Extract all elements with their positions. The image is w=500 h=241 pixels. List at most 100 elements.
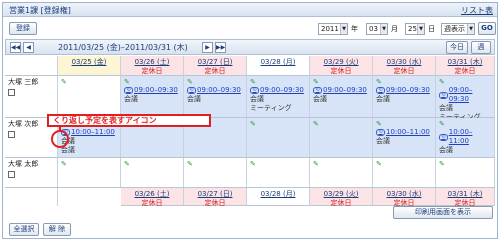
pencil-icon[interactable]: ✎: [376, 160, 384, 168]
footer-day-date[interactable]: 03/28 (月): [247, 190, 309, 199]
schedule-entry[interactable]: ⟲ 09:00–09:30: [124, 86, 180, 95]
pencil-icon[interactable]: ✎: [124, 160, 132, 168]
day-cell[interactable]: ✎: [58, 76, 121, 117]
day-cell[interactable]: ✎: [58, 158, 121, 187]
year-select[interactable]: 2011 ▼: [318, 23, 348, 35]
day-date[interactable]: 03/29 (火): [310, 58, 372, 67]
schedule-entry[interactable]: ⟲ 10:00–11:00: [61, 128, 117, 137]
pencil-icon[interactable]: ✎: [124, 78, 132, 86]
next-day-icon[interactable]: ▶: [202, 42, 213, 53]
day-header[interactable]: 03/27 (日) 定休日: [184, 56, 247, 76]
pencil-icon[interactable]: ✎: [439, 160, 447, 168]
entry-time[interactable]: 10:00–11:00: [449, 128, 491, 146]
week-button[interactable]: 週: [471, 41, 491, 54]
pencil-icon[interactable]: ✎: [313, 78, 321, 86]
member-checkbox[interactable]: [8, 89, 15, 96]
day-select[interactable]: 25 ▼: [405, 23, 425, 35]
prev-day-icon[interactable]: ◀: [23, 42, 34, 53]
footer-day-header[interactable]: 03/28 (月): [247, 188, 310, 206]
print-view-button[interactable]: 印刷用画面を表示: [393, 206, 493, 219]
next-week-icon[interactable]: ▶▶: [215, 42, 226, 53]
day-header[interactable]: 03/25 (金): [58, 56, 121, 76]
footer-day-header[interactable]: 03/26 (土) 定休日: [121, 188, 184, 207]
footer-day-header[interactable]: 03/31 (木) 定休日: [436, 188, 495, 207]
pencil-icon[interactable]: ✎: [250, 120, 258, 128]
pencil-icon[interactable]: ✎: [313, 160, 321, 168]
pencil-icon[interactable]: ✎: [376, 78, 384, 86]
footer-day-date[interactable]: 03/26 (土): [121, 190, 183, 199]
pencil-icon[interactable]: ✎: [313, 120, 321, 128]
day-date[interactable]: 03/25 (金): [58, 58, 120, 67]
pencil-icon[interactable]: ✎: [61, 78, 69, 86]
go-button[interactable]: GO: [478, 22, 496, 35]
day-header[interactable]: 03/31 (木) 定休日: [436, 56, 495, 76]
day-cell[interactable]: ✎ ⟲ 09:00–09:30 会議: [373, 76, 436, 117]
entry-time[interactable]: 10:00–11:00: [386, 128, 430, 137]
pencil-icon[interactable]: ✎: [187, 160, 195, 168]
select-all-button[interactable]: 全選択: [9, 223, 39, 236]
day-date[interactable]: 03/31 (木): [436, 58, 494, 67]
today-button[interactable]: 今日: [446, 41, 468, 54]
day-cell[interactable]: ✎ ⟲ 10:00–11:00 会議: [373, 118, 436, 157]
pencil-icon[interactable]: ✎: [376, 120, 384, 128]
entry-time[interactable]: 09:00–09:30: [197, 86, 241, 95]
day-cell[interactable]: ✎: [247, 118, 310, 157]
footer-day-date[interactable]: 03/27 (日): [184, 190, 246, 199]
month-select[interactable]: 03 ▼: [366, 23, 388, 35]
day-cell[interactable]: ✎: [247, 158, 310, 187]
day-header[interactable]: 03/26 (土) 定休日: [121, 56, 184, 76]
day-cell[interactable]: ✎: [436, 158, 495, 187]
pencil-icon[interactable]: ✎: [250, 78, 258, 86]
day-date[interactable]: 03/30 (水): [373, 58, 435, 67]
prev-week-icon[interactable]: ◀◀: [10, 42, 21, 53]
footer-day-header[interactable]: 03/29 (火) 定休日: [310, 188, 373, 207]
pencil-icon[interactable]: ✎: [439, 78, 447, 86]
day-date[interactable]: 03/27 (日): [184, 58, 246, 67]
entry-time[interactable]: 09:00–09:30: [449, 86, 491, 104]
day-cell[interactable]: ✎: [310, 158, 373, 187]
footer-day-header[interactable]: 03/27 (日) 定休日: [184, 188, 247, 207]
register-button[interactable]: 登録: [9, 22, 37, 35]
member-checkbox[interactable]: [8, 131, 15, 138]
schedule-entry[interactable]: ⟲ 09:00–09:30: [250, 86, 306, 95]
entry-time[interactable]: 09:00–09:30: [386, 86, 430, 95]
day-cell[interactable]: ✎ ⟲ 09:00–09:30 会議 ミーティング: [247, 76, 310, 117]
entry-title: 会議: [313, 95, 327, 103]
schedule-entry[interactable]: ⟲ 09:00–09:30: [376, 86, 432, 95]
pencil-icon[interactable]: ✎: [61, 160, 69, 168]
view-mode-select[interactable]: 週表示 ▼: [441, 23, 475, 35]
entry-time[interactable]: 09:00–09:30: [323, 86, 367, 95]
day-header[interactable]: 03/28 (月): [247, 56, 310, 76]
entry-time[interactable]: 09:00–09:30: [260, 86, 304, 95]
pencil-icon[interactable]: ✎: [187, 78, 195, 86]
day-header[interactable]: 03/30 (水) 定休日: [373, 56, 436, 76]
footer-day-date[interactable]: 03/29 (火): [310, 190, 372, 199]
list-view-link[interactable]: リスト表: [461, 5, 493, 16]
pencil-icon[interactable]: ✎: [439, 120, 447, 128]
day-cell[interactable]: ✎: [121, 158, 184, 187]
day-cell[interactable]: ✎: [184, 158, 247, 187]
schedule-entry[interactable]: ⟲ 09:00–09:30: [313, 86, 369, 95]
day-cell[interactable]: ✎ ⟲ 10:00–11:00 会議: [436, 118, 495, 157]
entry-time[interactable]: 09:00–09:30: [134, 86, 178, 95]
day-cell[interactable]: ✎ ⟲ 09:00–09:30 会議: [310, 76, 373, 117]
day-cell[interactable]: ✎ ⟲ 09:00–09:30 会議 ミーティング: [436, 76, 495, 121]
member-checkbox[interactable]: [8, 171, 15, 178]
day-date[interactable]: 03/26 (土): [121, 58, 183, 67]
footer-day-header[interactable]: 03/30 (水) 定休日: [373, 188, 436, 207]
day-date[interactable]: 03/28 (月): [247, 58, 309, 67]
deselect-button[interactable]: 解 除: [43, 223, 71, 236]
footer-day-date[interactable]: 03/30 (水): [373, 190, 435, 199]
day-cell[interactable]: ✎ ⟲ 09:00–09:30 会議: [184, 76, 247, 117]
footer-day-date[interactable]: 03/31 (木): [436, 190, 494, 199]
schedule-entry[interactable]: ⟲ 09:00–09:30: [439, 86, 491, 104]
entry-time[interactable]: 10:00–11:00: [71, 128, 115, 137]
schedule-entry[interactable]: ⟲ 10:00–11:00: [376, 128, 432, 137]
pencil-icon[interactable]: ✎: [250, 160, 258, 168]
schedule-entry[interactable]: ⟲ 10:00–11:00: [439, 128, 491, 146]
schedule-entry[interactable]: ⟲ 09:00–09:30: [187, 86, 243, 95]
day-header[interactable]: 03/29 (火) 定休日: [310, 56, 373, 76]
day-cell[interactable]: ✎: [310, 118, 373, 157]
day-cell[interactable]: ✎: [373, 158, 436, 187]
day-cell[interactable]: ✎ ⟲ 09:00–09:30 会議: [121, 76, 184, 117]
